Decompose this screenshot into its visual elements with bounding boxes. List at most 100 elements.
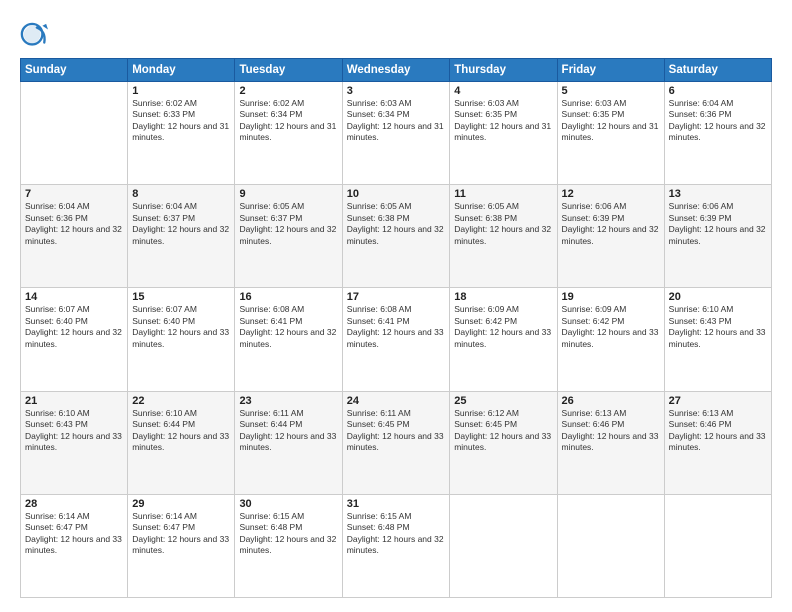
day-number: 19	[562, 291, 660, 303]
calendar-cell: 8Sunrise: 6:04 AMSunset: 6:37 PMDaylight…	[128, 185, 235, 288]
day-info: Sunrise: 6:10 AMSunset: 6:43 PMDaylight:…	[669, 304, 767, 350]
calendar-cell: 26Sunrise: 6:13 AMSunset: 6:46 PMDayligh…	[557, 391, 664, 494]
day-info: Sunrise: 6:04 AMSunset: 6:36 PMDaylight:…	[25, 201, 123, 247]
day-info: Sunrise: 6:12 AMSunset: 6:45 PMDaylight:…	[454, 408, 552, 454]
calendar-week-1: 1Sunrise: 6:02 AMSunset: 6:33 PMDaylight…	[21, 82, 772, 185]
calendar-cell: 11Sunrise: 6:05 AMSunset: 6:38 PMDayligh…	[450, 185, 557, 288]
day-info: Sunrise: 6:07 AMSunset: 6:40 PMDaylight:…	[132, 304, 230, 350]
calendar-cell: 27Sunrise: 6:13 AMSunset: 6:46 PMDayligh…	[664, 391, 771, 494]
calendar-header-friday: Friday	[557, 59, 664, 82]
page: SundayMondayTuesdayWednesdayThursdayFrid…	[0, 0, 792, 612]
calendar-cell	[450, 494, 557, 597]
day-info: Sunrise: 6:06 AMSunset: 6:39 PMDaylight:…	[669, 201, 767, 247]
logo	[20, 22, 52, 50]
day-info: Sunrise: 6:15 AMSunset: 6:48 PMDaylight:…	[347, 511, 446, 557]
day-info: Sunrise: 6:04 AMSunset: 6:36 PMDaylight:…	[669, 98, 767, 144]
day-number: 12	[562, 188, 660, 200]
day-number: 14	[25, 291, 123, 303]
calendar-cell: 19Sunrise: 6:09 AMSunset: 6:42 PMDayligh…	[557, 288, 664, 391]
calendar-cell: 22Sunrise: 6:10 AMSunset: 6:44 PMDayligh…	[128, 391, 235, 494]
calendar-cell: 25Sunrise: 6:12 AMSunset: 6:45 PMDayligh…	[450, 391, 557, 494]
calendar-cell	[664, 494, 771, 597]
day-info: Sunrise: 6:03 AMSunset: 6:35 PMDaylight:…	[562, 98, 660, 144]
day-info: Sunrise: 6:02 AMSunset: 6:34 PMDaylight:…	[239, 98, 337, 144]
calendar-week-3: 14Sunrise: 6:07 AMSunset: 6:40 PMDayligh…	[21, 288, 772, 391]
day-number: 25	[454, 395, 552, 407]
day-number: 31	[347, 498, 446, 510]
calendar-cell: 31Sunrise: 6:15 AMSunset: 6:48 PMDayligh…	[342, 494, 450, 597]
day-number: 7	[25, 188, 123, 200]
calendar-cell: 5Sunrise: 6:03 AMSunset: 6:35 PMDaylight…	[557, 82, 664, 185]
calendar-header-row: SundayMondayTuesdayWednesdayThursdayFrid…	[21, 59, 772, 82]
day-info: Sunrise: 6:13 AMSunset: 6:46 PMDaylight:…	[562, 408, 660, 454]
calendar-cell: 29Sunrise: 6:14 AMSunset: 6:47 PMDayligh…	[128, 494, 235, 597]
day-number: 23	[239, 395, 337, 407]
day-number: 28	[25, 498, 123, 510]
day-info: Sunrise: 6:09 AMSunset: 6:42 PMDaylight:…	[454, 304, 552, 350]
calendar-header-monday: Monday	[128, 59, 235, 82]
calendar-cell: 16Sunrise: 6:08 AMSunset: 6:41 PMDayligh…	[235, 288, 342, 391]
day-info: Sunrise: 6:10 AMSunset: 6:43 PMDaylight:…	[25, 408, 123, 454]
day-number: 27	[669, 395, 767, 407]
calendar-cell: 13Sunrise: 6:06 AMSunset: 6:39 PMDayligh…	[664, 185, 771, 288]
calendar-cell: 6Sunrise: 6:04 AMSunset: 6:36 PMDaylight…	[664, 82, 771, 185]
day-number: 8	[132, 188, 230, 200]
day-number: 1	[132, 85, 230, 97]
day-info: Sunrise: 6:05 AMSunset: 6:38 PMDaylight:…	[454, 201, 552, 247]
calendar-cell: 14Sunrise: 6:07 AMSunset: 6:40 PMDayligh…	[21, 288, 128, 391]
day-info: Sunrise: 6:08 AMSunset: 6:41 PMDaylight:…	[347, 304, 446, 350]
day-number: 5	[562, 85, 660, 97]
calendar-cell: 18Sunrise: 6:09 AMSunset: 6:42 PMDayligh…	[450, 288, 557, 391]
calendar-cell: 23Sunrise: 6:11 AMSunset: 6:44 PMDayligh…	[235, 391, 342, 494]
calendar-header-saturday: Saturday	[664, 59, 771, 82]
day-number: 22	[132, 395, 230, 407]
calendar-cell: 24Sunrise: 6:11 AMSunset: 6:45 PMDayligh…	[342, 391, 450, 494]
calendar-cell: 17Sunrise: 6:08 AMSunset: 6:41 PMDayligh…	[342, 288, 450, 391]
calendar-cell: 15Sunrise: 6:07 AMSunset: 6:40 PMDayligh…	[128, 288, 235, 391]
day-number: 21	[25, 395, 123, 407]
day-info: Sunrise: 6:11 AMSunset: 6:45 PMDaylight:…	[347, 408, 446, 454]
calendar-cell: 9Sunrise: 6:05 AMSunset: 6:37 PMDaylight…	[235, 185, 342, 288]
calendar-header-wednesday: Wednesday	[342, 59, 450, 82]
calendar-header-thursday: Thursday	[450, 59, 557, 82]
day-number: 30	[239, 498, 337, 510]
calendar-header-tuesday: Tuesday	[235, 59, 342, 82]
day-number: 15	[132, 291, 230, 303]
day-number: 16	[239, 291, 337, 303]
day-info: Sunrise: 6:05 AMSunset: 6:38 PMDaylight:…	[347, 201, 446, 247]
calendar-table: SundayMondayTuesdayWednesdayThursdayFrid…	[20, 58, 772, 598]
calendar-cell: 10Sunrise: 6:05 AMSunset: 6:38 PMDayligh…	[342, 185, 450, 288]
day-number: 3	[347, 85, 446, 97]
day-info: Sunrise: 6:04 AMSunset: 6:37 PMDaylight:…	[132, 201, 230, 247]
day-number: 20	[669, 291, 767, 303]
day-number: 26	[562, 395, 660, 407]
calendar-cell: 4Sunrise: 6:03 AMSunset: 6:35 PMDaylight…	[450, 82, 557, 185]
day-info: Sunrise: 6:03 AMSunset: 6:34 PMDaylight:…	[347, 98, 446, 144]
calendar-week-5: 28Sunrise: 6:14 AMSunset: 6:47 PMDayligh…	[21, 494, 772, 597]
calendar-week-2: 7Sunrise: 6:04 AMSunset: 6:36 PMDaylight…	[21, 185, 772, 288]
day-number: 2	[239, 85, 337, 97]
calendar-cell	[557, 494, 664, 597]
day-number: 18	[454, 291, 552, 303]
day-info: Sunrise: 6:03 AMSunset: 6:35 PMDaylight:…	[454, 98, 552, 144]
day-number: 11	[454, 188, 552, 200]
day-info: Sunrise: 6:11 AMSunset: 6:44 PMDaylight:…	[239, 408, 337, 454]
day-info: Sunrise: 6:13 AMSunset: 6:46 PMDaylight:…	[669, 408, 767, 454]
calendar-week-4: 21Sunrise: 6:10 AMSunset: 6:43 PMDayligh…	[21, 391, 772, 494]
day-info: Sunrise: 6:07 AMSunset: 6:40 PMDaylight:…	[25, 304, 123, 350]
day-number: 24	[347, 395, 446, 407]
day-info: Sunrise: 6:06 AMSunset: 6:39 PMDaylight:…	[562, 201, 660, 247]
calendar-cell: 20Sunrise: 6:10 AMSunset: 6:43 PMDayligh…	[664, 288, 771, 391]
calendar-cell: 2Sunrise: 6:02 AMSunset: 6:34 PMDaylight…	[235, 82, 342, 185]
calendar-cell: 28Sunrise: 6:14 AMSunset: 6:47 PMDayligh…	[21, 494, 128, 597]
calendar-cell: 1Sunrise: 6:02 AMSunset: 6:33 PMDaylight…	[128, 82, 235, 185]
day-info: Sunrise: 6:15 AMSunset: 6:48 PMDaylight:…	[239, 511, 337, 557]
day-info: Sunrise: 6:09 AMSunset: 6:42 PMDaylight:…	[562, 304, 660, 350]
day-number: 9	[239, 188, 337, 200]
day-number: 4	[454, 85, 552, 97]
calendar-cell: 7Sunrise: 6:04 AMSunset: 6:36 PMDaylight…	[21, 185, 128, 288]
day-number: 6	[669, 85, 767, 97]
day-number: 10	[347, 188, 446, 200]
day-number: 13	[669, 188, 767, 200]
day-number: 29	[132, 498, 230, 510]
